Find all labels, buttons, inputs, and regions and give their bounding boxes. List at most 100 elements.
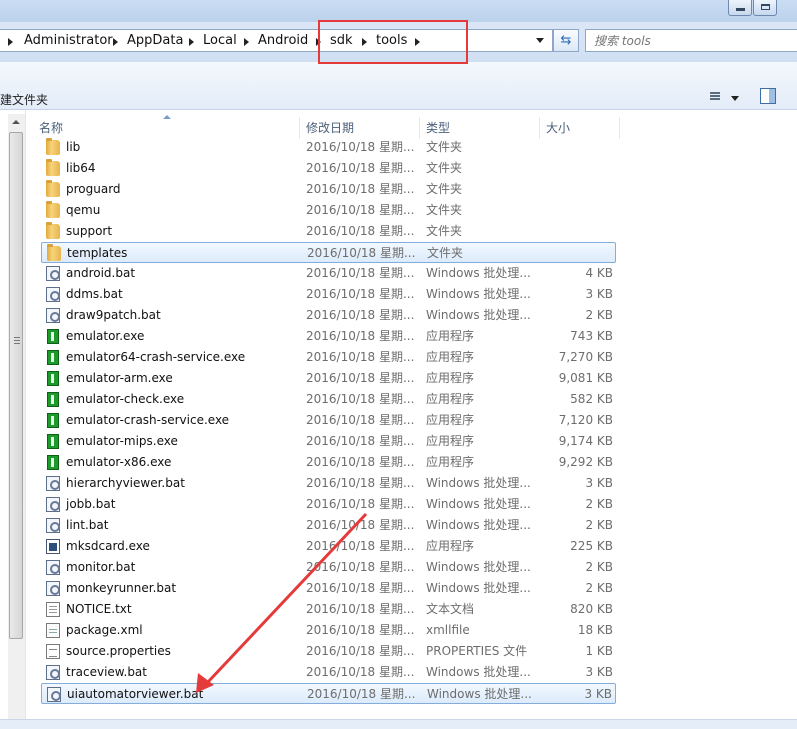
column-type[interactable]: 类型 [420, 117, 540, 139]
file-row[interactable]: qemu 2016/10/18 星期... 文件夹 [41, 200, 616, 221]
file-row[interactable]: lib 2016/10/18 星期... 文件夹 [41, 137, 616, 158]
file-name: lib [66, 140, 81, 154]
folder-icon [46, 180, 60, 197]
file-type: 文件夹 [426, 203, 463, 217]
file-row[interactable]: proguard 2016/10/18 星期... 文件夹 [41, 179, 616, 200]
file-name: jobb.bat [66, 497, 116, 511]
file-row[interactable]: emulator-arm.exe 2016/10/18 星期... 应用程序 9,08… [41, 368, 616, 389]
column-header: 名称 修改日期 类型 大小 [27, 117, 797, 139]
grip-icon [14, 337, 20, 344]
file-name: source.properties [66, 644, 171, 658]
file-row[interactable]: uiautomatorviewer.bat 2016/10/18 星期... Win… [41, 683, 616, 704]
file-date: 2016/10/18 星期... [307, 246, 416, 260]
column-name[interactable]: 名称 [33, 117, 300, 139]
search-box[interactable] [585, 29, 797, 52]
file-name: draw9patch.bat [66, 308, 161, 322]
txt-icon [46, 602, 60, 617]
file-date: 2016/10/18 星期... [306, 350, 415, 364]
file-row[interactable]: source.properties 2016/10/18 星期... PROPERT… [41, 641, 616, 662]
file-row[interactable]: lint.bat 2016/10/18 星期... Windows 批处理... 2 … [41, 515, 616, 536]
column-size[interactable]: 大小 [540, 117, 620, 139]
file-name: traceview.bat [66, 665, 147, 679]
file-type: PROPERTIES 文件 [426, 644, 528, 658]
file-type: Windows 批处理... [426, 581, 531, 595]
file-type: Windows 批处理... [426, 287, 531, 301]
file-row[interactable]: emulator-mips.exe 2016/10/18 星期... 应用程序 9,1… [41, 431, 616, 452]
file-date: 2016/10/18 星期... [306, 329, 415, 343]
file-row[interactable]: monkeyrunner.bat 2016/10/18 星期... Windows … [41, 578, 616, 599]
file-name: monitor.bat [66, 560, 136, 574]
address-bar[interactable]: Administrator AppData Local Android sdk … [0, 29, 553, 52]
window-titlebar [0, 0, 797, 22]
file-row[interactable]: ddms.bat 2016/10/18 星期... Windows 批处理... 3 … [41, 284, 616, 305]
file-name: ddms.bat [66, 287, 123, 301]
navigation-scrollbar[interactable] [8, 114, 25, 719]
file-row[interactable]: emulator.exe 2016/10/18 星期... 应用程序 743 KB [41, 326, 616, 347]
file-size: 9,174 KB [558, 434, 613, 448]
file-date: 2016/10/18 星期... [306, 455, 415, 469]
file-date: 2016/10/18 星期... [306, 308, 415, 322]
file-type: Windows 批处理... [426, 266, 531, 280]
file-size: 7,120 KB [558, 413, 613, 427]
file-row[interactable]: traceview.bat 2016/10/18 星期... Windows 批处理… [41, 662, 616, 683]
chevron-right-icon[interactable] [8, 38, 13, 46]
file-row[interactable]: mksdcard.exe 2016/10/18 星期... 应用程序 225 KB [41, 536, 616, 557]
file-size: 225 KB [570, 539, 613, 553]
file-name: emulator-crash-service.exe [66, 413, 230, 427]
bat-icon [46, 287, 60, 302]
file-row[interactable]: jobb.bat 2016/10/18 星期... Windows 批处理... 2 … [41, 494, 616, 515]
scrollbar-thumb[interactable] [9, 132, 23, 639]
search-input[interactable] [594, 31, 794, 51]
breadcrumb-administrator[interactable]: Administrator [24, 33, 113, 49]
file-date: 2016/10/18 星期... [306, 392, 415, 406]
file-row[interactable]: monitor.bat 2016/10/18 星期... Windows 批处理..… [41, 557, 616, 578]
exe-icon [47, 434, 59, 449]
new-folder-button[interactable]: 建文件夹 [0, 91, 48, 108]
file-row[interactable]: templates 2016/10/18 星期... 文件夹 [41, 242, 616, 263]
file-row[interactable]: NOTICE.txt 2016/10/18 星期... 文本文档 820 KB [41, 599, 616, 620]
file-date: 2016/10/18 星期... [306, 644, 415, 658]
bat-icon [46, 560, 60, 575]
chevron-down-icon[interactable] [731, 96, 739, 101]
column-date[interactable]: 修改日期 [300, 117, 420, 139]
file-name: qemu [66, 203, 101, 217]
file-type: 应用程序 [426, 455, 475, 469]
minimize-icon [736, 8, 745, 11]
minimize-button[interactable] [728, 0, 752, 16]
breadcrumb-android[interactable]: Android [258, 33, 308, 49]
file-type: Windows 批处理... [426, 665, 531, 679]
maximize-button[interactable] [753, 0, 777, 16]
file-type: 应用程序 [426, 413, 475, 427]
chevron-right-icon[interactable] [113, 38, 118, 46]
chevron-right-icon[interactable] [244, 38, 249, 46]
bat-icon [46, 665, 60, 680]
file-row[interactable]: package.xml 2016/10/18 星期... xmllfile 18 KB [41, 620, 616, 641]
file-row[interactable]: emulator-x86.exe 2016/10/18 星期... 应用程序 9,29… [41, 452, 616, 473]
change-view-button[interactable] [703, 88, 743, 108]
file-size: 2 KB [585, 560, 613, 574]
scroll-up-icon[interactable] [12, 120, 20, 124]
file-row[interactable]: hierarchyviewer.bat 2016/10/18 星期... Windo… [41, 473, 616, 494]
file-row[interactable]: emulator64-crash-service.exe 2016/10/18 星… [41, 347, 616, 368]
breadcrumb-appdata[interactable]: AppData [127, 33, 183, 49]
file-date: 2016/10/18 星期... [306, 665, 415, 679]
file-row[interactable]: draw9patch.bat 2016/10/18 星期... Windows 批处… [41, 305, 616, 326]
chevron-right-icon[interactable] [189, 38, 194, 46]
file-row[interactable]: support 2016/10/18 星期... 文件夹 [41, 221, 616, 242]
folder-icon [47, 244, 61, 261]
refresh-button[interactable]: ⇆ [553, 29, 579, 52]
preview-pane-icon[interactable] [760, 88, 776, 104]
file-type: Windows 批处理... [427, 687, 532, 701]
file-row[interactable]: lib64 2016/10/18 星期... 文件夹 [41, 158, 616, 179]
file-row[interactable]: android.bat 2016/10/18 星期... Windows 批处理..… [41, 263, 616, 284]
file-row[interactable]: emulator-check.exe 2016/10/18 星期... 应用程序 58… [41, 389, 616, 410]
file-size: 9,292 KB [558, 455, 613, 469]
breadcrumb-local[interactable]: Local [203, 33, 237, 49]
file-type: 应用程序 [426, 539, 475, 553]
address-history-dropdown-icon[interactable] [536, 38, 544, 43]
file-row[interactable]: emulator-crash-service.exe 2016/10/18 星期.… [41, 410, 616, 431]
file-type: 文件夹 [426, 182, 463, 196]
file-date: 2016/10/18 星期... [306, 203, 415, 217]
file-date: 2016/10/18 星期... [306, 371, 415, 385]
file-name: emulator-x86.exe [66, 455, 172, 469]
